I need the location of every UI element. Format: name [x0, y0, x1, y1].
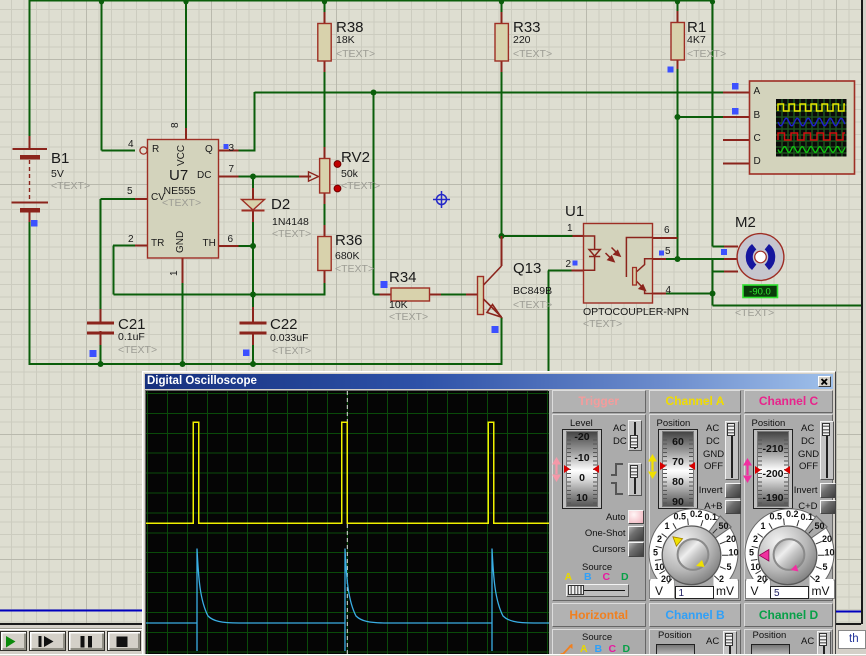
svg-text:10: 10 [824, 548, 834, 558]
svg-text:0.1: 0.1 [800, 512, 813, 522]
svg-text:5: 5 [822, 562, 827, 572]
svg-text:50: 50 [814, 521, 824, 531]
svg-text:2: 2 [657, 534, 662, 544]
svg-text:0.1: 0.1 [705, 512, 718, 522]
svg-text:5: 5 [653, 548, 658, 558]
svg-text:20: 20 [822, 534, 832, 544]
svg-text:1: 1 [665, 521, 670, 531]
svg-text:10: 10 [729, 548, 739, 558]
svg-text:5: 5 [749, 548, 754, 558]
svg-text:2: 2 [753, 534, 758, 544]
svg-text:-90.0: -90.0 [749, 287, 771, 298]
svg-text:2: 2 [719, 574, 724, 584]
svg-text:5: 5 [727, 562, 732, 572]
svg-text:20: 20 [726, 534, 736, 544]
svg-text:1: 1 [760, 521, 765, 531]
svg-text:0.5: 0.5 [674, 512, 687, 522]
svg-text:50: 50 [719, 521, 729, 531]
svg-text:0.5: 0.5 [769, 512, 782, 522]
svg-text:2: 2 [815, 574, 820, 584]
svg-text:0.2: 0.2 [786, 509, 799, 519]
svg-text:0.2: 0.2 [690, 509, 703, 519]
